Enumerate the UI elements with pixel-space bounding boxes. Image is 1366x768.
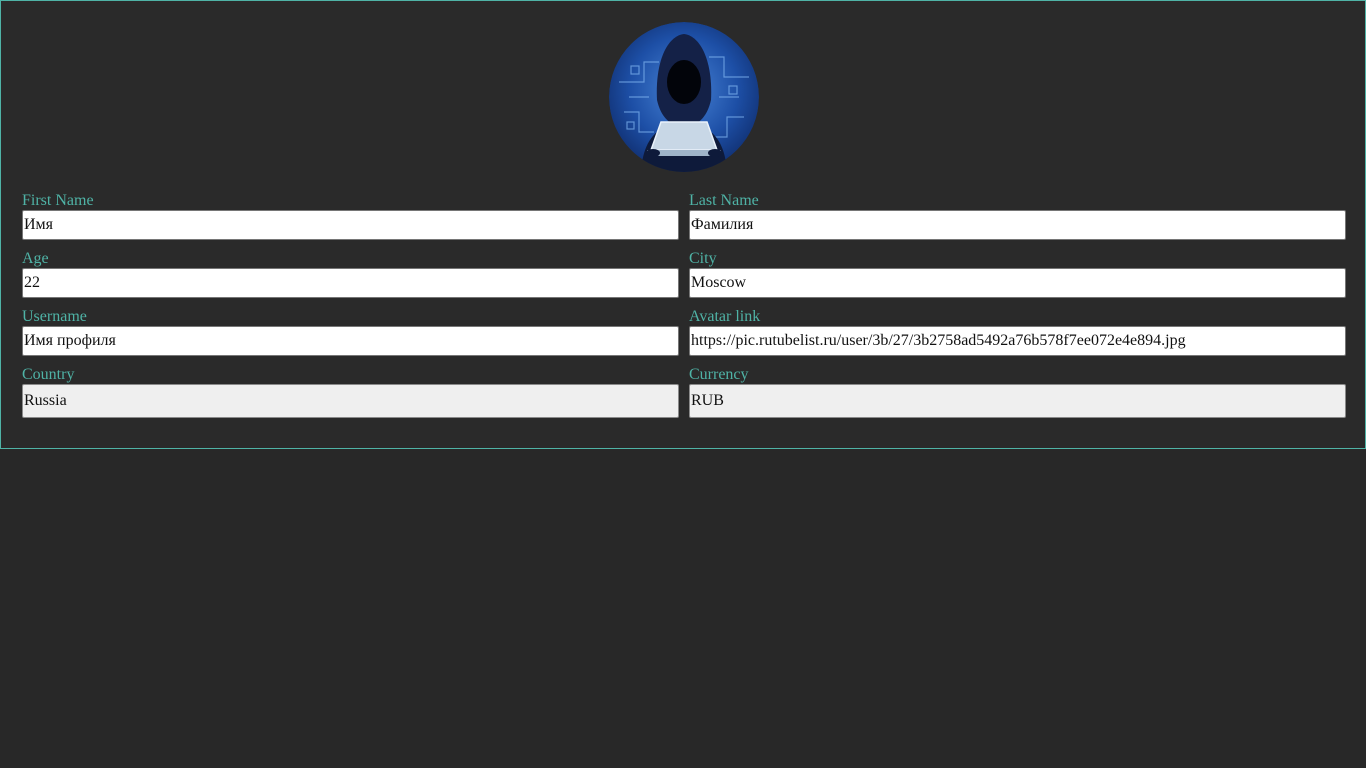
age-field: Age — [22, 250, 679, 298]
city-label: City — [689, 250, 717, 267]
avatar-link-input[interactable] — [689, 326, 1346, 356]
avatar-link-field: Avatar link — [689, 308, 1346, 356]
hooded-hacker-avatar-icon — [609, 22, 759, 172]
last-name-field: Last Name — [689, 192, 1346, 240]
first-name-input[interactable] — [22, 210, 679, 240]
avatar-link-label: Avatar link — [689, 308, 761, 325]
country-field: Country Russia — [22, 366, 679, 418]
first-name-label: First Name — [22, 192, 94, 209]
city-input[interactable] — [689, 268, 1346, 298]
currency-field: Currency RUB — [689, 366, 1346, 418]
username-field: Username — [22, 308, 679, 356]
city-field: City — [689, 250, 1346, 298]
last-name-label: Last Name — [689, 192, 759, 209]
username-input[interactable] — [22, 326, 679, 356]
country-select[interactable]: Russia — [22, 384, 679, 418]
country-label: Country — [22, 366, 75, 383]
first-name-field: First Name — [22, 192, 679, 240]
last-name-input[interactable] — [689, 210, 1346, 240]
currency-label: Currency — [689, 366, 749, 383]
username-label: Username — [22, 308, 87, 325]
avatar — [609, 22, 759, 172]
age-input[interactable] — [22, 268, 679, 298]
profile-card: First Name Last Name Age City Username A… — [0, 0, 1366, 449]
age-label: Age — [22, 250, 49, 267]
currency-select[interactable]: RUB — [689, 384, 1346, 418]
